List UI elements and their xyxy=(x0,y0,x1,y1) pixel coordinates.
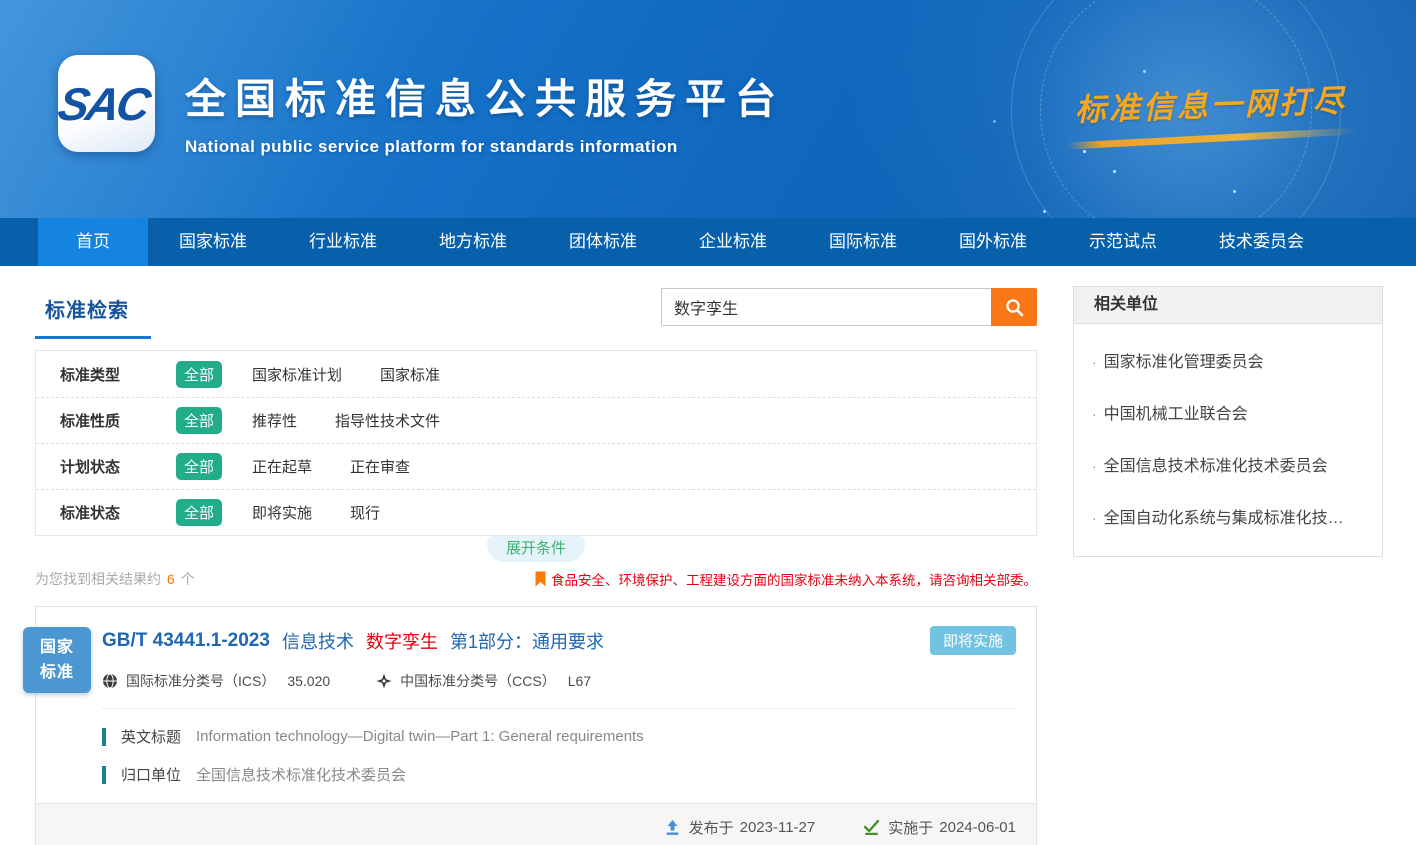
filter-all-badge[interactable]: 全部 xyxy=(176,407,222,434)
standard-title-link[interactable]: 信息技术 数字孪生 第1部分：通用要求 xyxy=(282,628,604,654)
results-count-suffix: 个 xyxy=(181,571,195,587)
slogan-text: 标准信息一网打尽 xyxy=(1060,75,1361,130)
info-bar-decoration xyxy=(102,728,106,746)
nav-item-pilot-demos[interactable]: 示范试点 xyxy=(1058,218,1188,266)
page-title-standard-search: 标准检索 xyxy=(35,286,151,339)
bullet-dot: · xyxy=(1092,510,1097,526)
nav-item-international-standards[interactable]: 国际标准 xyxy=(798,218,928,266)
type-badge-line2: 标准 xyxy=(40,660,74,685)
filter-row-standard-type: 标准类型 全部 国家标准计划 国家标准 xyxy=(36,351,1036,397)
main-nav: 首页 国家标准 行业标准 地方标准 团体标准 企业标准 国际标准 国外标准 示范… xyxy=(0,218,1416,266)
search-input[interactable] xyxy=(661,288,991,326)
published-label: 发布于 xyxy=(689,817,734,838)
compass-icon xyxy=(376,673,392,689)
filter-row-plan-status: 计划状态 全部 正在起草 正在审查 xyxy=(36,443,1036,489)
search-icon xyxy=(1004,297,1025,318)
implemented-date-value: 2024-06-01 xyxy=(939,819,1016,836)
filter-row-standard-nature: 标准性质 全部 推荐性 指导性技术文件 xyxy=(36,397,1036,443)
bullet-dot: · xyxy=(1092,458,1097,474)
related-units-panel: 相关单位 ·国家标准化管理委员会 ·中国机械工业联合会 ·全国信息技术标准化技术… xyxy=(1073,286,1383,557)
filter-option[interactable]: 即将实施 xyxy=(252,502,312,523)
nav-item-home[interactable]: 首页 xyxy=(38,218,148,266)
nav-item-industry-standards[interactable]: 行业标准 xyxy=(278,218,408,266)
filter-all-badge[interactable]: 全部 xyxy=(176,453,222,480)
ics-label: 国际标准分类号（ICS） xyxy=(126,671,275,691)
results-count-prefix: 为您找到相关结果约 xyxy=(35,571,161,587)
related-units-title: 相关单位 xyxy=(1074,287,1382,324)
sidebar-item-it-standardization-committee[interactable]: ·全国信息技术标准化技术委员会 xyxy=(1092,438,1364,490)
filter-label: 标准状态 xyxy=(60,502,136,523)
ics-classification: 国际标准分类号（ICS） 35.020 xyxy=(102,671,330,691)
results-count-number: 6 xyxy=(165,571,177,587)
standard-code-link[interactable]: GB/T 43441.1-2023 xyxy=(102,630,270,652)
responsible-unit-label: 归口单位 xyxy=(121,764,181,785)
filter-label: 计划状态 xyxy=(60,456,136,477)
filter-all-badge[interactable]: 全部 xyxy=(176,361,222,388)
ics-value: 35.020 xyxy=(287,673,330,689)
english-title-row: 英文标题 Information technology—Digital twin… xyxy=(102,726,1016,747)
standard-title-highlight: 数字孪生 xyxy=(366,632,438,652)
responsible-unit-row: 归口单位 全国信息技术标准化技术委员会 xyxy=(102,764,1016,785)
filter-label: 标准性质 xyxy=(60,410,136,431)
notice-text: 食品安全、环境保护、工程建设方面的国家标准未纳入本系统，请咨询相关部委。 xyxy=(551,569,1037,589)
filter-option[interactable]: 国家标准计划 xyxy=(252,364,342,385)
filter-option[interactable]: 正在审查 xyxy=(350,456,410,477)
publish-upload-icon xyxy=(664,819,681,836)
ccs-classification: 中国标准分类号（CCS） L67 xyxy=(376,671,591,691)
nav-item-technical-committees[interactable]: 技术委员会 xyxy=(1188,218,1335,266)
bookmark-icon xyxy=(535,571,546,587)
published-date-value: 2023-11-27 xyxy=(740,819,816,836)
type-badge-line1: 国家 xyxy=(40,635,74,660)
nav-item-enterprise-standards[interactable]: 企业标准 xyxy=(668,218,798,266)
sac-logo-text: SAC xyxy=(55,77,159,131)
bullet-dot: · xyxy=(1092,406,1097,422)
system-notice: 食品安全、环境保护、工程建设方面的国家标准未纳入本系统，请咨询相关部委。 xyxy=(535,569,1037,589)
filter-option[interactable]: 正在起草 xyxy=(252,456,312,477)
filter-option[interactable]: 指导性技术文件 xyxy=(335,410,440,431)
bullet-dot: · xyxy=(1092,354,1097,370)
nav-item-group-standards[interactable]: 团体标准 xyxy=(538,218,668,266)
site-title: 全国标准信息公共服务平台 xyxy=(185,65,785,125)
standard-type-badge: 国家 标准 xyxy=(23,627,91,693)
sac-logo[interactable]: SAC xyxy=(58,55,155,152)
nav-item-national-standards[interactable]: 国家标准 xyxy=(148,218,278,266)
standard-title-part1: 信息技术 xyxy=(282,632,354,652)
english-title-label: 英文标题 xyxy=(121,726,181,747)
filter-all-badge[interactable]: 全部 xyxy=(176,499,222,526)
filter-option[interactable]: 国家标准 xyxy=(380,364,440,385)
implemented-date: 实施于 2024-06-01 xyxy=(863,817,1016,838)
header-slogan: 标准信息一网打尽 xyxy=(1060,75,1362,147)
published-date: 发布于 2023-11-27 xyxy=(664,817,816,838)
standard-title-part2: 第1部分：通用要求 xyxy=(450,632,604,652)
implement-check-icon xyxy=(863,819,880,836)
filter-option[interactable]: 现行 xyxy=(350,502,380,523)
filter-row-standard-status: 标准状态 全部 即将实施 现行 xyxy=(36,489,1036,535)
responsible-unit-value: 全国信息技术标准化技术委员会 xyxy=(196,764,406,785)
status-badge: 即将实施 xyxy=(930,626,1016,655)
globe-icon xyxy=(102,673,118,689)
sidebar-item-machinery-federation[interactable]: ·中国机械工业联合会 xyxy=(1092,386,1364,438)
nav-item-foreign-standards[interactable]: 国外标准 xyxy=(928,218,1058,266)
ccs-label: 中国标准分类号（CCS） xyxy=(400,671,556,691)
info-bar-decoration xyxy=(102,766,106,784)
nav-item-local-standards[interactable]: 地方标准 xyxy=(408,218,538,266)
english-title-value: Information technology—Digital twin—Part… xyxy=(196,728,644,745)
ccs-value: L67 xyxy=(568,673,591,689)
result-card: 国家 标准 GB/T 43441.1-2023 信息技术 数字孪生 第1部分：通… xyxy=(35,606,1037,845)
filter-option[interactable]: 推荐性 xyxy=(252,410,297,431)
site-subtitle: National public service platform for sta… xyxy=(185,137,785,157)
implemented-label: 实施于 xyxy=(888,817,933,838)
filter-panel: 标准类型 全部 国家标准计划 国家标准 标准性质 全部 推荐性 指导性技术文件 … xyxy=(35,350,1037,536)
sidebar-item-sac[interactable]: ·国家标准化管理委员会 xyxy=(1092,334,1364,386)
filter-label: 标准类型 xyxy=(60,364,136,385)
search-button[interactable] xyxy=(991,288,1037,326)
results-count: 为您找到相关结果约 6 个 xyxy=(35,569,195,589)
sidebar-item-automation-committee[interactable]: ·全国自动化系统与集成标准化技… xyxy=(1092,490,1364,542)
result-card-footer: 发布于 2023-11-27 实施于 2024-06-01 xyxy=(36,803,1036,845)
site-header: SAC 全国标准信息公共服务平台 National public service… xyxy=(0,0,1416,218)
expand-conditions-button[interactable]: 展开条件 xyxy=(487,536,585,562)
